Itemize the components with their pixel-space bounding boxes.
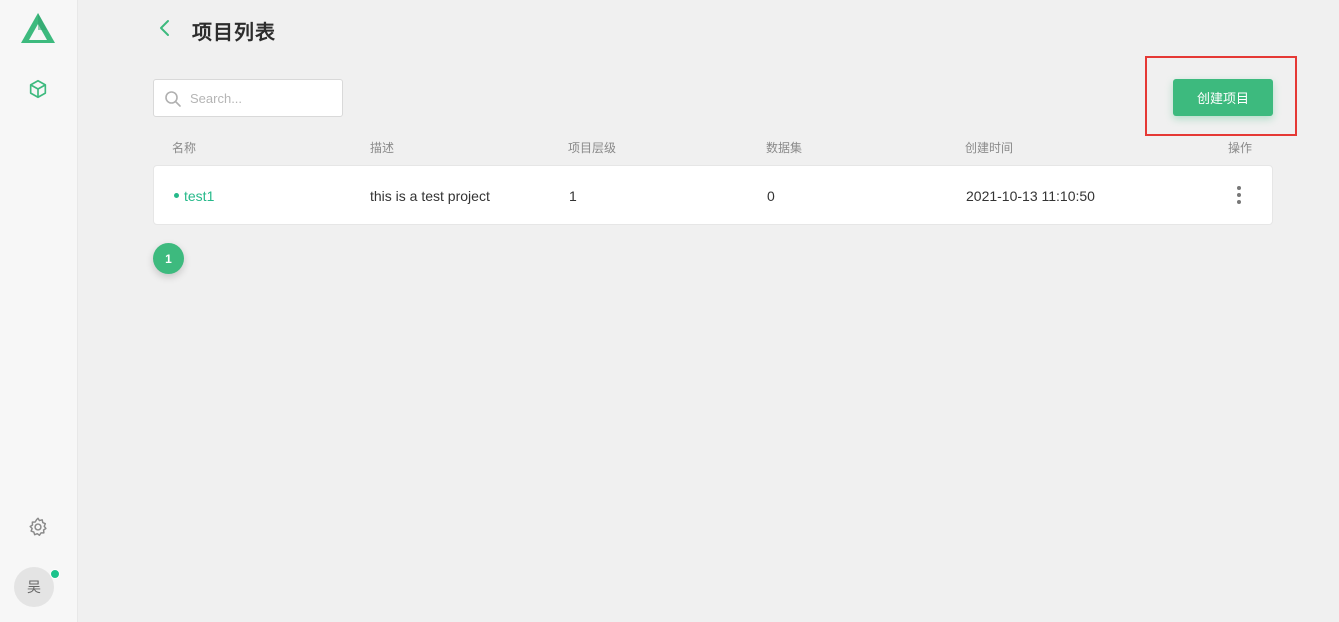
cube-icon[interactable]: [27, 78, 49, 100]
project-description: this is a test project: [370, 188, 490, 204]
search-box[interactable]: [153, 79, 343, 117]
more-dot: [1237, 186, 1241, 190]
project-name: test1: [184, 188, 215, 204]
project-name-link[interactable]: test1: [174, 188, 214, 204]
triangle-logo-icon[interactable]: [20, 12, 56, 44]
table-row: test1 this is a test project 1 0 2021-10…: [153, 165, 1273, 225]
search-icon: [165, 91, 181, 107]
more-dot: [1237, 193, 1241, 197]
column-header-description: 描述: [370, 141, 395, 155]
column-header-actions: 操作: [1228, 141, 1253, 155]
table-header: 名称 描述 项目层级 数据集 创建时间 操作: [153, 137, 1273, 157]
chevron-left-icon[interactable]: [155, 16, 175, 40]
column-header-created: 创建时间: [965, 141, 1014, 155]
column-header-datasets: 数据集: [766, 141, 803, 155]
project-datasets: 0: [767, 188, 775, 204]
project-level: 1: [569, 188, 577, 204]
column-header-level: 项目层级: [568, 141, 617, 155]
gear-icon[interactable]: [27, 516, 49, 538]
search-input[interactable]: [190, 86, 335, 110]
more-vertical-icon[interactable]: [1229, 184, 1249, 206]
avatar-text: 吴: [27, 579, 41, 595]
project-created-time: 2021-10-13 11:10:50: [966, 188, 1095, 204]
avatar[interactable]: 吴: [14, 567, 54, 607]
sidebar: 吴: [0, 0, 78, 622]
pagination-page-1[interactable]: 1: [153, 243, 184, 274]
page-title: 项目列表: [192, 22, 276, 44]
name-dot-icon: [174, 192, 179, 198]
more-dot: [1237, 200, 1241, 204]
column-header-name: 名称: [172, 141, 197, 155]
create-project-button[interactable]: 创建项目: [1173, 79, 1273, 116]
online-status-dot: [50, 569, 60, 579]
